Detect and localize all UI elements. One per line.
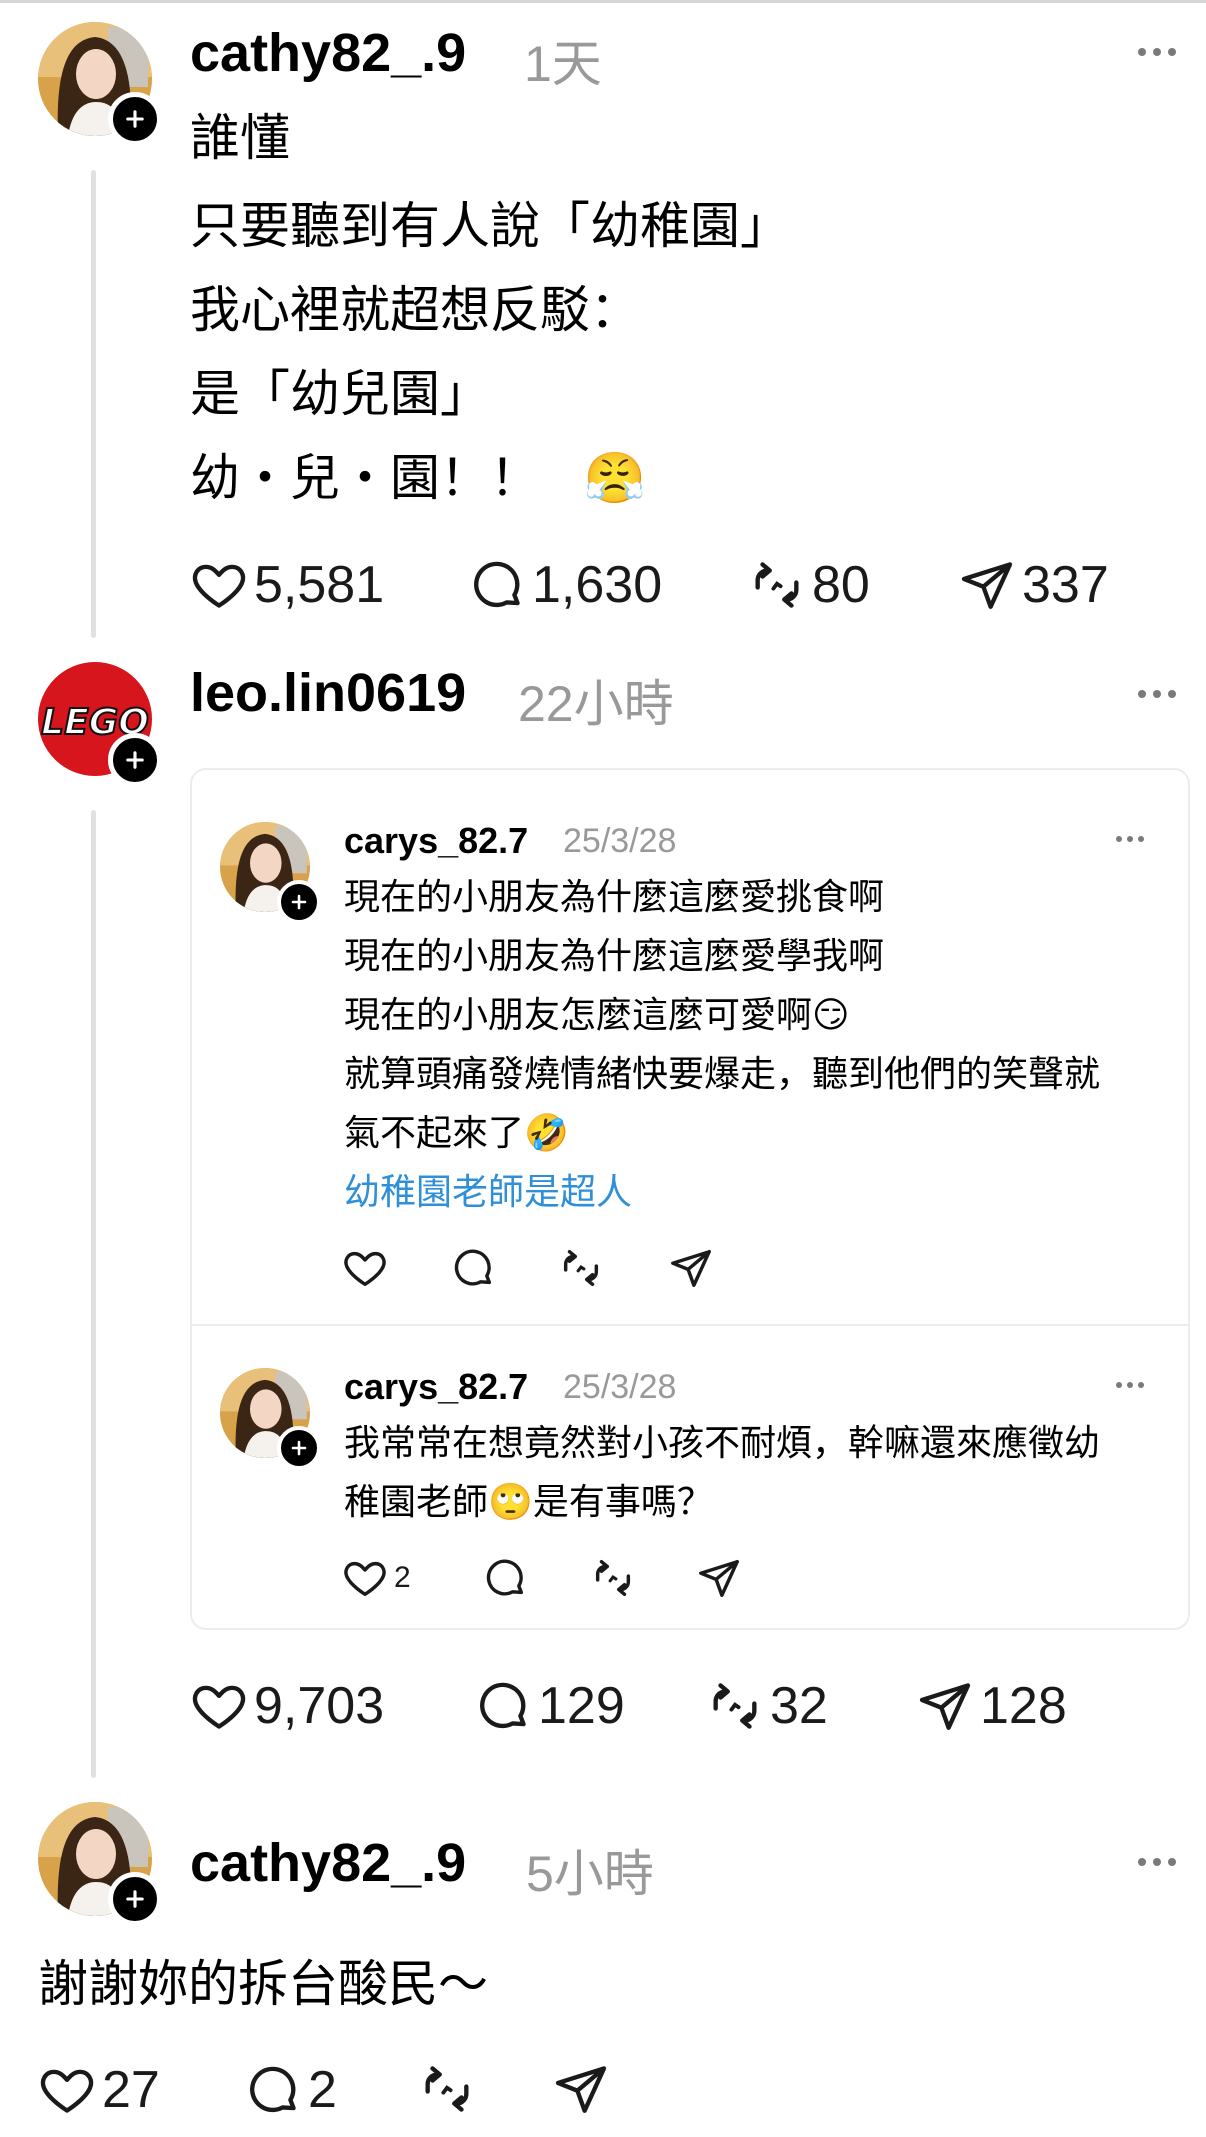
more-options-icon[interactable] xyxy=(1138,690,1176,698)
quoted-text-line: 是有事嗎？ xyxy=(532,1482,713,1523)
more-options-icon[interactable] xyxy=(1116,836,1144,842)
comment-button[interactable]: 1,630 xyxy=(468,555,662,615)
comment-count: 2 xyxy=(308,2061,337,2119)
like-button[interactable] xyxy=(342,1245,388,1291)
repost-icon xyxy=(748,556,806,614)
like-button[interactable]: 9,703 xyxy=(190,1676,384,1736)
rofl-emoji: 🤣 xyxy=(524,1113,569,1154)
repost-button[interactable]: 80 xyxy=(748,555,870,615)
quoted-text-line: 我常常在想竟然對小孩不耐煩，幹嘛還來應徵幼 xyxy=(344,1423,1101,1464)
thread-line xyxy=(91,810,96,1778)
repost-icon xyxy=(706,1677,764,1735)
username[interactable]: leo.lin0619 xyxy=(190,662,466,724)
like-button[interactable]: 5,581 xyxy=(190,555,384,615)
repost-button[interactable]: 32 xyxy=(706,1676,828,1736)
send-icon xyxy=(552,2060,610,2118)
timestamp: 1天 xyxy=(524,36,602,92)
comment-icon xyxy=(244,2061,302,2119)
like-button[interactable]: 2 xyxy=(342,1555,411,1601)
quoted-text-line: 現在的小朋友怎麼這麼可愛啊 xyxy=(344,995,813,1036)
comment-count: 129 xyxy=(538,1677,625,1735)
comment-icon xyxy=(482,1555,528,1601)
repost-icon xyxy=(590,1555,636,1601)
heart-icon xyxy=(190,1677,248,1735)
share-button[interactable] xyxy=(668,1245,714,1291)
repost-icon xyxy=(558,1245,604,1291)
comment-icon xyxy=(450,1245,496,1291)
share-button[interactable]: 337 xyxy=(958,555,1109,615)
share-count: 337 xyxy=(1022,556,1109,614)
topic-tag-link[interactable]: 幼稚園老師是超人 xyxy=(344,1171,632,1215)
like-count: 27 xyxy=(102,2061,160,2119)
repost-count: 80 xyxy=(812,556,870,614)
quoted-text-line: 氣不起來了 xyxy=(344,1113,525,1154)
follow-button[interactable] xyxy=(108,92,162,146)
post-text-line: 幼・兒・園！！ xyxy=(190,449,540,507)
quoted-username[interactable]: carys_82.7 xyxy=(344,820,528,862)
comment-button[interactable]: 129 xyxy=(474,1676,625,1736)
post-text-line: 是「幼兒園」 xyxy=(190,365,490,423)
post-text-row: 幼・兒・園！！ 😤 xyxy=(190,448,646,508)
like-button[interactable]: 27 xyxy=(38,2060,160,2120)
follow-button[interactable] xyxy=(277,1426,321,1470)
huffing-face-emoji: 😤 xyxy=(583,449,647,507)
follow-button[interactable] xyxy=(108,733,162,787)
like-count: 5,581 xyxy=(254,556,385,614)
quoted-timestamp: 25/3/28 xyxy=(563,822,677,860)
quoted-text-line: 現在的小朋友為什麼這麼愛挑食啊 xyxy=(344,877,885,918)
heart-icon xyxy=(342,1555,388,1601)
thread-line xyxy=(91,170,96,638)
quoted-text-row: 現在的小朋友怎麼這麼可愛啊😏 xyxy=(344,994,850,1038)
top-divider xyxy=(0,0,1206,3)
timestamp: 5小時 xyxy=(526,1846,654,1902)
comment-icon xyxy=(474,1677,532,1735)
smirk-emoji: 😏 xyxy=(812,995,850,1036)
send-icon xyxy=(696,1555,742,1601)
username[interactable]: cathy82_.9 xyxy=(190,1832,466,1894)
post-text-line: 只要聽到有人說「幼稚園」 xyxy=(190,197,790,255)
comment-icon xyxy=(468,556,526,614)
repost-button[interactable] xyxy=(558,1245,604,1291)
quoted-text-line: 現在的小朋友為什麼這麼愛學我啊 xyxy=(344,936,885,977)
send-icon xyxy=(958,556,1016,614)
more-options-icon[interactable] xyxy=(1138,48,1176,56)
comment-button[interactable] xyxy=(450,1245,496,1291)
post-text-line: 誰懂 xyxy=(190,109,290,167)
post-text-line: 我心裡就超想反駁： xyxy=(190,281,640,339)
like-count: 2 xyxy=(394,1561,411,1594)
timestamp: 22小時 xyxy=(518,676,674,732)
more-options-icon[interactable] xyxy=(1116,1382,1144,1388)
send-icon xyxy=(668,1245,714,1291)
quoted-text-row: 稚園老師🙄是有事嗎？ xyxy=(344,1481,713,1525)
share-count: 128 xyxy=(980,1677,1067,1735)
comment-button[interactable] xyxy=(482,1555,528,1601)
send-icon xyxy=(916,1677,974,1735)
more-options-icon[interactable] xyxy=(1138,1858,1176,1866)
share-button[interactable]: 128 xyxy=(916,1676,1067,1736)
share-button[interactable] xyxy=(552,2060,610,2118)
username[interactable]: cathy82_.9 xyxy=(190,22,466,84)
repost-count: 32 xyxy=(770,1677,828,1735)
like-count: 9,703 xyxy=(254,1677,385,1735)
eye-roll-emoji: 🙄 xyxy=(488,1482,533,1523)
repost-button[interactable] xyxy=(418,2060,476,2118)
comment-count: 1,630 xyxy=(532,556,663,614)
quoted-text-line: 稚園老師 xyxy=(344,1482,489,1523)
follow-button[interactable] xyxy=(277,880,321,924)
quoted-text-line: 就算頭痛發燒情緒快要爆走，聽到他們的笑聲就 xyxy=(344,1054,1101,1095)
post-text: 謝謝妳的拆台酸民～ xyxy=(38,1955,488,2013)
heart-icon xyxy=(190,556,248,614)
comment-button[interactable]: 2 xyxy=(244,2060,337,2120)
share-button[interactable] xyxy=(696,1555,742,1601)
quoted-text-row: 氣不起來了🤣 xyxy=(344,1112,569,1156)
quoted-username[interactable]: carys_82.7 xyxy=(344,1366,528,1408)
heart-icon xyxy=(342,1245,388,1291)
heart-icon xyxy=(38,2061,96,2119)
follow-button[interactable] xyxy=(108,1872,162,1926)
quoted-divider xyxy=(190,1324,1190,1326)
quoted-timestamp: 25/3/28 xyxy=(563,1368,677,1406)
repost-button[interactable] xyxy=(590,1555,636,1601)
repost-icon xyxy=(418,2060,476,2118)
